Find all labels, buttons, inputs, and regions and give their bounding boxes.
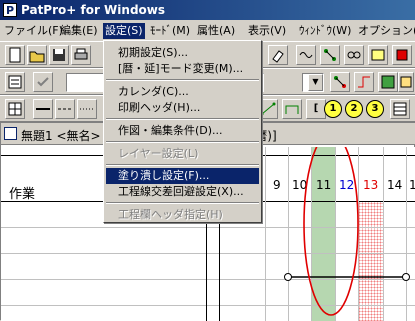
network-icon bbox=[324, 49, 336, 61]
step-line-icon bbox=[285, 105, 299, 114]
menu-item-print-header[interactable]: 印刷ヘッダ(H)... bbox=[118, 100, 200, 116]
new-file-icon bbox=[9, 47, 21, 63]
document-icon bbox=[4, 127, 17, 140]
dashed-line-icon bbox=[58, 108, 72, 110]
solid-line-icon bbox=[36, 108, 50, 110]
eraser-button[interactable] bbox=[268, 45, 288, 65]
link-icon bbox=[347, 51, 361, 59]
folder-icon bbox=[29, 51, 45, 63]
menu-attribute[interactable]: 属性(A) bbox=[195, 23, 237, 39]
save-button[interactable] bbox=[49, 45, 69, 65]
bracket-button[interactable]: [ bbox=[306, 99, 326, 119]
menu-edit[interactable]: 編集(E) bbox=[58, 23, 100, 39]
floppy-icon bbox=[53, 49, 65, 61]
tool-icon bbox=[396, 49, 408, 61]
menu-separator bbox=[106, 118, 259, 120]
menu-settings[interactable]: 設定(S) bbox=[103, 23, 145, 39]
menu-separator bbox=[106, 79, 259, 81]
more-button[interactable] bbox=[398, 72, 414, 92]
route-button[interactable] bbox=[354, 72, 374, 92]
table-button[interactable] bbox=[390, 99, 410, 119]
menu-item-layer-settings: レイヤー設定(L) bbox=[118, 147, 199, 160]
dotted-line-icon bbox=[80, 108, 94, 110]
print-button[interactable] bbox=[71, 45, 91, 65]
tool-button-d[interactable] bbox=[368, 45, 388, 65]
route-icon bbox=[358, 76, 370, 88]
solid-line-button[interactable] bbox=[33, 99, 53, 119]
task-start-node bbox=[284, 273, 292, 281]
menu-mode[interactable]: ﾓｰﾄﾞ(M) bbox=[148, 23, 192, 39]
task-end-node bbox=[402, 273, 410, 281]
chart-icon bbox=[371, 49, 385, 61]
tool-button-e[interactable] bbox=[392, 45, 412, 65]
wave-icon bbox=[299, 52, 313, 58]
grid-icon bbox=[8, 102, 22, 116]
app-icon[interactable]: P bbox=[3, 3, 17, 17]
settings-dropdown-menu: 初期設定(S)... [暦・延]モード変更(M)... カレンダ(C)... 印… bbox=[103, 40, 262, 223]
dotted-line-button[interactable] bbox=[77, 99, 97, 119]
menu-item-fill-settings[interactable]: 塗り潰し設定(F)... bbox=[106, 168, 259, 184]
menu-item-drawing-conditions[interactable]: 作図・編集条件(D)... bbox=[118, 123, 223, 139]
number-1-button[interactable]: 1 bbox=[324, 100, 342, 118]
more-icon bbox=[400, 76, 412, 88]
node-icon bbox=[334, 76, 346, 88]
document-title: 無題1 <無名> bbox=[21, 129, 101, 143]
number-3-button[interactable]: 3 bbox=[366, 100, 384, 118]
chevron-down-icon[interactable]: ▼ bbox=[308, 74, 323, 91]
table-icon bbox=[393, 102, 407, 116]
fill-button[interactable] bbox=[378, 72, 398, 92]
menu-separator bbox=[106, 141, 259, 143]
step-line-button[interactable] bbox=[282, 99, 302, 119]
tool-button-a[interactable] bbox=[296, 45, 316, 65]
menu-bar: ファイル(F) 編集(E) 設定(S) ﾓｰﾄﾞ(M) 属性(A) 表示(V) … bbox=[0, 20, 415, 41]
menu-item-line-crossing[interactable]: 工程線交差回避設定(X)... bbox=[118, 184, 244, 200]
style-combo[interactable]: ▼ bbox=[302, 73, 324, 92]
menu-window[interactable]: ｳｨﾝﾄﾞｳ(W) bbox=[297, 23, 353, 39]
bracket-icon: [ bbox=[313, 103, 319, 114]
menu-item-mode-change[interactable]: [暦・延]モード変更(M)... bbox=[118, 61, 243, 77]
menu-item-initial-settings[interactable]: 初期設定(S)... bbox=[118, 45, 188, 61]
highlight-annotation-ellipse bbox=[303, 147, 359, 316]
window-title: PatPro+ for Windows bbox=[21, 3, 166, 17]
menu-separator bbox=[106, 164, 259, 166]
tool-button-c[interactable] bbox=[344, 45, 364, 65]
node-button[interactable] bbox=[330, 72, 350, 92]
number-2-button[interactable]: 2 bbox=[345, 100, 363, 118]
eraser-icon bbox=[272, 50, 284, 63]
tool-button-b[interactable] bbox=[320, 45, 340, 65]
menu-separator bbox=[106, 202, 259, 204]
list-icon bbox=[8, 75, 22, 89]
dashed-line-button[interactable] bbox=[55, 99, 75, 119]
new-file-button[interactable] bbox=[5, 45, 25, 65]
fill-icon bbox=[381, 75, 395, 89]
check-button[interactable] bbox=[33, 72, 53, 92]
grid-button[interactable] bbox=[5, 99, 25, 119]
menu-item-header-spec: 工程欄ヘッダ指定(H) bbox=[118, 208, 223, 221]
open-file-button[interactable] bbox=[27, 45, 47, 65]
printer-icon bbox=[74, 48, 88, 60]
menu-file[interactable]: ファイル(F) bbox=[2, 23, 65, 39]
list-button[interactable] bbox=[5, 72, 25, 92]
menu-view[interactable]: 表示(V) bbox=[246, 23, 288, 39]
title-bar[interactable]: P PatPro+ for Windows bbox=[0, 0, 415, 20]
menu-item-calendar[interactable]: カレンダ(C)... bbox=[118, 84, 189, 100]
check-icon bbox=[37, 77, 49, 87]
menu-options[interactable]: オプション(O) bbox=[356, 23, 415, 39]
